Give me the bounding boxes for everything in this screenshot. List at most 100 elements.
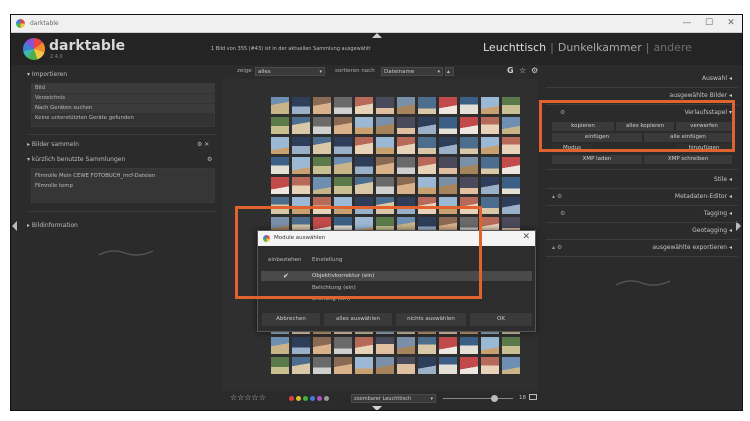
collapse-top-arrow-icon[interactable] [372,33,382,38]
close-icon[interactable]: ✕ [522,232,530,242]
view-other[interactable]: andere [653,41,692,54]
image-thumbnail[interactable] [439,177,457,194]
view-lighttable[interactable]: Leuchttisch [483,41,546,54]
image-thumbnail[interactable] [481,117,499,134]
image-thumbnail[interactable] [313,157,331,174]
image-thumbnail[interactable] [439,337,457,354]
image-thumbnail[interactable] [376,97,394,114]
image-thumbnail[interactable] [376,357,394,374]
gear-icon[interactable]: ⚙ [531,66,538,75]
image-thumbnail[interactable] [334,117,352,134]
image-thumbnail[interactable] [313,177,331,194]
image-thumbnail[interactable] [481,177,499,194]
zoom-slider-knob[interactable] [491,395,498,402]
image-thumbnail[interactable] [376,177,394,194]
image-thumbnail[interactable] [334,137,352,154]
image-thumbnail[interactable] [271,357,289,374]
collapse-bottom-arrow-icon[interactable] [372,406,382,410]
view-darkroom[interactable]: Dunkelkammer [558,41,642,54]
image-thumbnail[interactable] [313,357,331,374]
image-thumbnail[interactable] [502,117,520,134]
color-label-icon[interactable] [303,396,308,401]
image-thumbnail[interactable] [418,177,436,194]
import-folder-button[interactable]: Verzeichnis [32,94,214,103]
ok-button[interactable]: OK [470,313,532,326]
image-thumbnail[interactable] [313,97,331,114]
image-thumbnail[interactable] [502,157,520,174]
color-label-icon[interactable] [324,396,329,401]
filter-dropdown[interactable]: alles ▾ [255,67,325,76]
export-gear-icon[interactable]: ▴ ⚙ [552,244,562,251]
image-thumbnail[interactable] [334,97,352,114]
image-thumbnail[interactable] [292,137,310,154]
image-thumbnail[interactable] [397,177,415,194]
maximize-button[interactable]: ☐ [699,17,719,30]
color-label-icon[interactable] [310,396,315,401]
image-thumbnail[interactable] [418,337,436,354]
image-thumbnail[interactable] [313,137,331,154]
image-thumbnail[interactable] [292,337,310,354]
image-thumbnail[interactable] [271,137,289,154]
image-thumbnail[interactable] [397,117,415,134]
image-thumbnail[interactable] [313,337,331,354]
layout-dropdown[interactable]: zoombarer Leuchttisch ▾ [351,394,436,403]
image-thumbnail[interactable] [355,137,373,154]
image-thumbnail[interactable] [439,117,457,134]
recent-collections-header[interactable]: ▾ kürzlich benutzte Sammlungen ⚙ [27,156,215,166]
image-thumbnail[interactable] [418,137,436,154]
image-thumbnail[interactable] [334,177,352,194]
image-thumbnail[interactable] [481,197,499,214]
image-thumbnail[interactable] [355,357,373,374]
image-thumbnail[interactable] [460,117,478,134]
star-rating-filter[interactable]: ☆☆☆☆☆ [230,393,266,402]
collapse-left-arrow-icon[interactable] [12,221,17,231]
styles-header[interactable]: Stile ◂ [546,174,738,186]
image-thumbnail[interactable] [460,137,478,154]
image-thumbnail[interactable] [271,117,289,134]
image-thumbnail[interactable] [355,157,373,174]
monitor-icon[interactable] [529,394,537,400]
geotagging-header[interactable]: Geotagging ◂ [546,225,738,237]
image-thumbnail[interactable] [481,357,499,374]
image-thumbnail[interactable] [502,357,520,374]
select-none-button[interactable]: nichts auswählen [396,313,466,326]
image-thumbnail[interactable] [271,337,289,354]
image-thumbnail[interactable] [292,157,310,174]
image-thumbnail[interactable] [502,197,520,214]
collect-section-header[interactable]: ▸ Bilder sammeln ⚙ ✕ [27,141,215,151]
collect-controls[interactable]: ⚙ ✕ [197,141,209,148]
image-thumbnail[interactable] [460,177,478,194]
image-thumbnail[interactable] [292,117,310,134]
recent-gear-icon[interactable]: ⚙ [207,156,212,163]
image-thumbnail[interactable] [439,137,457,154]
image-thumbnail[interactable] [460,337,478,354]
recent-item[interactable]: Filmrolle temp [32,182,214,191]
image-thumbnail[interactable] [292,357,310,374]
tagging-gear-icon[interactable]: ⚙ [560,210,565,217]
image-thumbnail[interactable] [502,177,520,194]
import-section-header[interactable]: ▾ Importieren [27,71,67,81]
image-thumbnail[interactable] [397,357,415,374]
color-label-icon[interactable] [296,396,301,401]
image-thumbnail[interactable] [439,357,457,374]
image-thumbnail[interactable] [271,97,289,114]
image-thumbnail[interactable] [397,137,415,154]
zoom-slider[interactable] [443,398,513,399]
image-thumbnail[interactable] [502,337,520,354]
image-thumbnail[interactable] [334,357,352,374]
color-label-icon[interactable] [317,396,322,401]
image-thumbnail[interactable] [397,157,415,174]
metadata-gear-icon[interactable]: ▴ ⚙ [552,193,562,200]
image-thumbnail[interactable] [460,157,478,174]
close-button[interactable]: ✕ [721,17,741,30]
image-thumbnail[interactable] [481,137,499,154]
image-thumbnail[interactable] [439,97,457,114]
image-thumbnail[interactable] [376,157,394,174]
image-thumbnail[interactable] [460,357,478,374]
image-thumbnail[interactable] [502,137,520,154]
sort-direction-button[interactable]: ▴ [445,67,454,76]
image-thumbnail[interactable] [418,97,436,114]
image-thumbnail[interactable] [418,117,436,134]
image-thumbnail[interactable] [418,157,436,174]
image-thumbnail[interactable] [376,137,394,154]
